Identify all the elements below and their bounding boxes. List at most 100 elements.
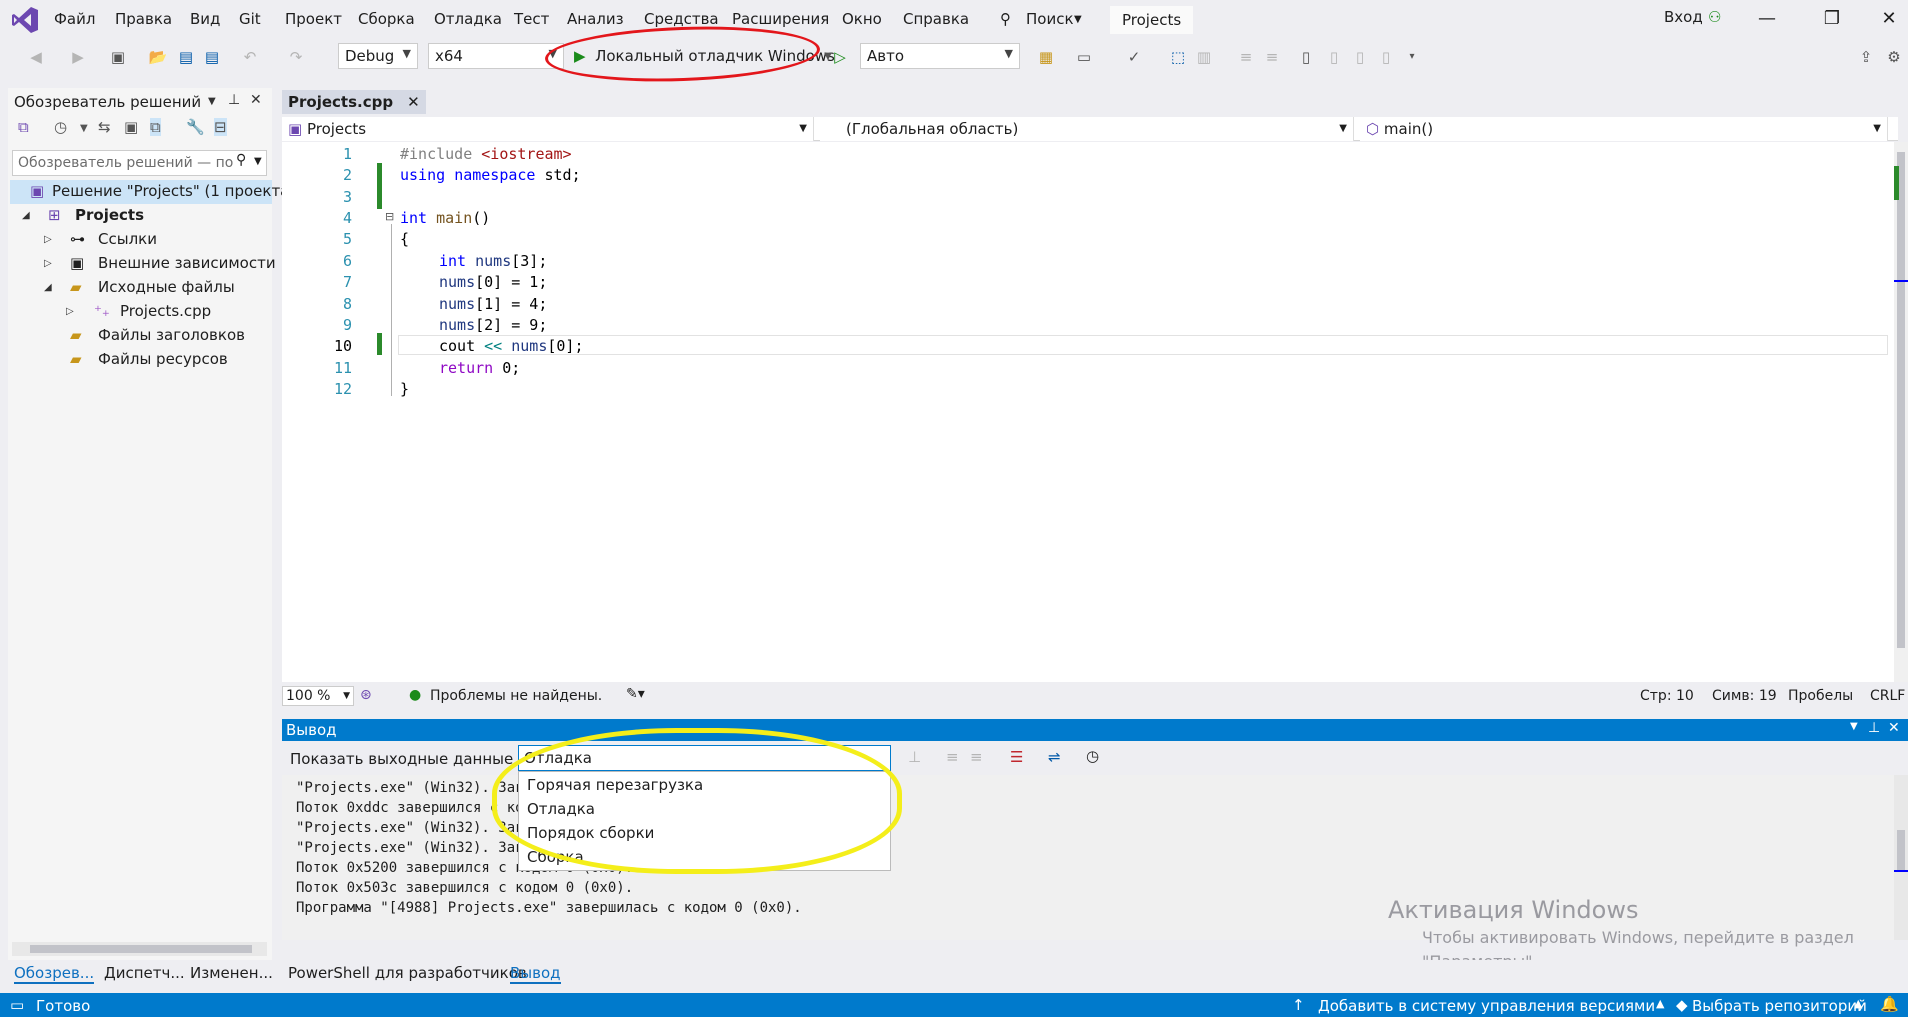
person-icon[interactable]: ⚇ xyxy=(1708,8,1721,26)
copy-icon[interactable]: ▥ xyxy=(1194,47,1214,67)
notifications-icon[interactable]: 🔔 xyxy=(1880,995,1899,1013)
menu-tools[interactable]: Средства xyxy=(644,10,719,28)
sync-icon[interactable]: ⇆ xyxy=(98,118,111,136)
new-project-icon[interactable]: ▣ xyxy=(108,47,128,67)
forward-icon[interactable]: ▶ xyxy=(68,47,88,67)
prev-message-icon[interactable]: ≡ xyxy=(946,748,959,766)
menu-view[interactable]: Вид xyxy=(190,10,220,28)
search-icon[interactable]: ⚲ xyxy=(1000,10,1011,28)
output-vertical-scrollbar[interactable] xyxy=(1894,775,1908,940)
collapsed-icon[interactable]: ▷ xyxy=(66,306,74,317)
tab-close-icon[interactable]: ✕ xyxy=(407,93,420,111)
show-all-files-icon[interactable]: ⧉ xyxy=(150,118,161,136)
tab-developer-powershell[interactable]: PowerShell для разработчиков xyxy=(288,964,527,982)
bookmark-prev-icon[interactable]: ▯ xyxy=(1324,47,1344,67)
spell-check-icon[interactable]: ✓ xyxy=(1124,47,1144,67)
vs-solution-icon[interactable]: ⧉ xyxy=(18,118,29,136)
project-scope-dropdown[interactable]: ▣ Projects ▼ xyxy=(282,117,814,141)
select-repository[interactable]: Выбрать репозиторий xyxy=(1692,997,1867,1015)
tree-item-projects-cpp[interactable]: Projects.cpp xyxy=(120,302,211,320)
find-message-icon[interactable]: ⊥ xyxy=(908,748,921,766)
start-without-debugging-icon[interactable]: ▷ xyxy=(830,47,850,67)
tab-output[interactable]: Вывод xyxy=(510,964,561,984)
solution-search-input[interactable]: Обозреватель решений — по xyxy=(12,150,267,176)
horizontal-scrollbar[interactable] xyxy=(12,942,267,956)
bookmark-next-icon[interactable]: ▯ xyxy=(1350,47,1370,67)
issues-status[interactable]: Проблемы не найдены. xyxy=(430,688,602,704)
function-dropdown[interactable]: ⬡ main() ▼ xyxy=(1360,117,1888,141)
add-to-source-control[interactable]: Добавить в систему управления версиями xyxy=(1318,997,1655,1015)
auto-dropdown[interactable]: Авто ▼ xyxy=(860,43,1020,69)
expanded-icon[interactable]: ◢ xyxy=(22,210,30,221)
cleanup-brush-icon[interactable]: ✎▾ xyxy=(626,686,645,702)
menu-file[interactable]: Файл xyxy=(54,10,95,28)
tree-item-references[interactable]: Ссылки xyxy=(98,230,157,248)
menu-build[interactable]: Сборка xyxy=(358,10,415,28)
collapsed-icon[interactable]: ▷ xyxy=(44,258,52,269)
menu-debug[interactable]: Отладка xyxy=(434,10,502,28)
properties-icon[interactable]: 🔧 xyxy=(186,118,205,136)
search-menu[interactable]: Поиск xyxy=(1026,10,1074,28)
save-icon[interactable]: ▤ xyxy=(176,47,196,67)
menu-help[interactable]: Справка xyxy=(903,10,969,28)
tree-item-external-deps[interactable]: Внешние зависимости xyxy=(98,254,276,272)
code-editor[interactable] xyxy=(282,142,1894,682)
menu-analyze[interactable]: Анализ xyxy=(567,10,624,28)
global-scope-dropdown[interactable]: (Глобальная область) ▼ xyxy=(820,117,1354,141)
tree-item-resource-files[interactable]: Файлы ресурсов xyxy=(98,350,228,368)
config-dropdown[interactable]: Debug ▼ xyxy=(338,43,418,69)
visual-studio-logo-icon[interactable] xyxy=(10,5,40,35)
timestamp-icon[interactable]: ◷ xyxy=(1086,747,1099,765)
history-icon[interactable]: ◷ xyxy=(54,118,67,136)
editor-vertical-scrollbar[interactable] xyxy=(1894,142,1908,682)
chevron-down-icon[interactable]: ▼ xyxy=(80,123,88,134)
panel-close-icon[interactable]: ✕ xyxy=(250,92,262,108)
project-label[interactable]: Projects xyxy=(75,206,144,224)
line-ending[interactable]: CRLF xyxy=(1870,688,1905,704)
preview-icon[interactable]: ⊟ xyxy=(214,118,227,136)
panel-close-icon[interactable]: ✕ xyxy=(1888,720,1900,736)
intellicode-icon[interactable]: ⊛ xyxy=(360,687,372,703)
bookmark-clear-icon[interactable]: ▯ xyxy=(1376,47,1396,67)
bookmark-icon[interactable]: ▯ xyxy=(1296,47,1316,67)
tab-property-manager[interactable]: Диспетч... xyxy=(104,964,185,982)
menu-edit[interactable]: Правка xyxy=(115,10,172,28)
collapse-region-icon[interactable]: ⊟ xyxy=(385,210,394,223)
collapse-all-icon[interactable]: ▣ xyxy=(124,118,138,136)
expanded-icon[interactable]: ◢ xyxy=(44,282,52,293)
collapsed-icon[interactable]: ▷ xyxy=(44,234,52,245)
whitespace-mode[interactable]: Пробелы xyxy=(1788,688,1853,704)
search-icon[interactable]: ⚲ xyxy=(236,152,246,168)
word-wrap-icon[interactable]: ⇌ xyxy=(1048,748,1061,766)
share-icon[interactable]: ⇪ xyxy=(1856,47,1876,67)
menu-test[interactable]: Тест xyxy=(514,10,549,28)
tree-item-source-files[interactable]: Исходные файлы xyxy=(98,278,235,296)
tab-solution-explorer[interactable]: Обозрев... xyxy=(14,964,95,984)
zoom-dropdown[interactable]: 100 % ▼ xyxy=(282,686,354,706)
pin-icon[interactable]: ⊥ xyxy=(1868,720,1880,736)
window-layout-icon[interactable]: ▭ xyxy=(1074,47,1094,67)
clear-all-icon[interactable]: ☰ xyxy=(1010,748,1023,766)
redo-icon[interactable]: ↷ xyxy=(286,47,306,67)
chevron-down-icon[interactable]: ▼ xyxy=(254,156,262,167)
indent-icon[interactable]: ≡ xyxy=(1236,47,1256,67)
menu-project[interactable]: Проект xyxy=(285,10,342,28)
panel-menu-icon[interactable]: ▼ xyxy=(208,96,216,107)
undo-icon[interactable]: ↶ xyxy=(240,47,260,67)
pin-icon[interactable]: ⊥ xyxy=(228,92,240,108)
signin-link[interactable]: Вход xyxy=(1664,8,1703,26)
settings-icon[interactable]: ⚙ xyxy=(1884,47,1904,67)
tree-item-header-files[interactable]: Файлы заголовков xyxy=(98,326,245,344)
outdent-icon[interactable]: ≡ xyxy=(1262,47,1282,67)
menu-extensions[interactable]: Расширения xyxy=(732,10,829,28)
next-message-icon[interactable]: ≡ xyxy=(970,748,983,766)
back-icon[interactable]: ◀ xyxy=(26,47,46,67)
platform-dropdown[interactable]: x64 ▼ xyxy=(428,43,564,69)
menu-git[interactable]: Git xyxy=(239,10,261,28)
close-icon[interactable]: ✕ xyxy=(1874,8,1904,29)
restore-icon[interactable]: ❐ xyxy=(1817,8,1847,29)
panel-menu-icon[interactable]: ▼ xyxy=(1850,721,1858,732)
minimize-icon[interactable]: — xyxy=(1752,8,1782,29)
open-folder-icon[interactable]: 📂 xyxy=(148,47,168,67)
tab-git-changes[interactable]: Изменен... xyxy=(190,964,273,982)
